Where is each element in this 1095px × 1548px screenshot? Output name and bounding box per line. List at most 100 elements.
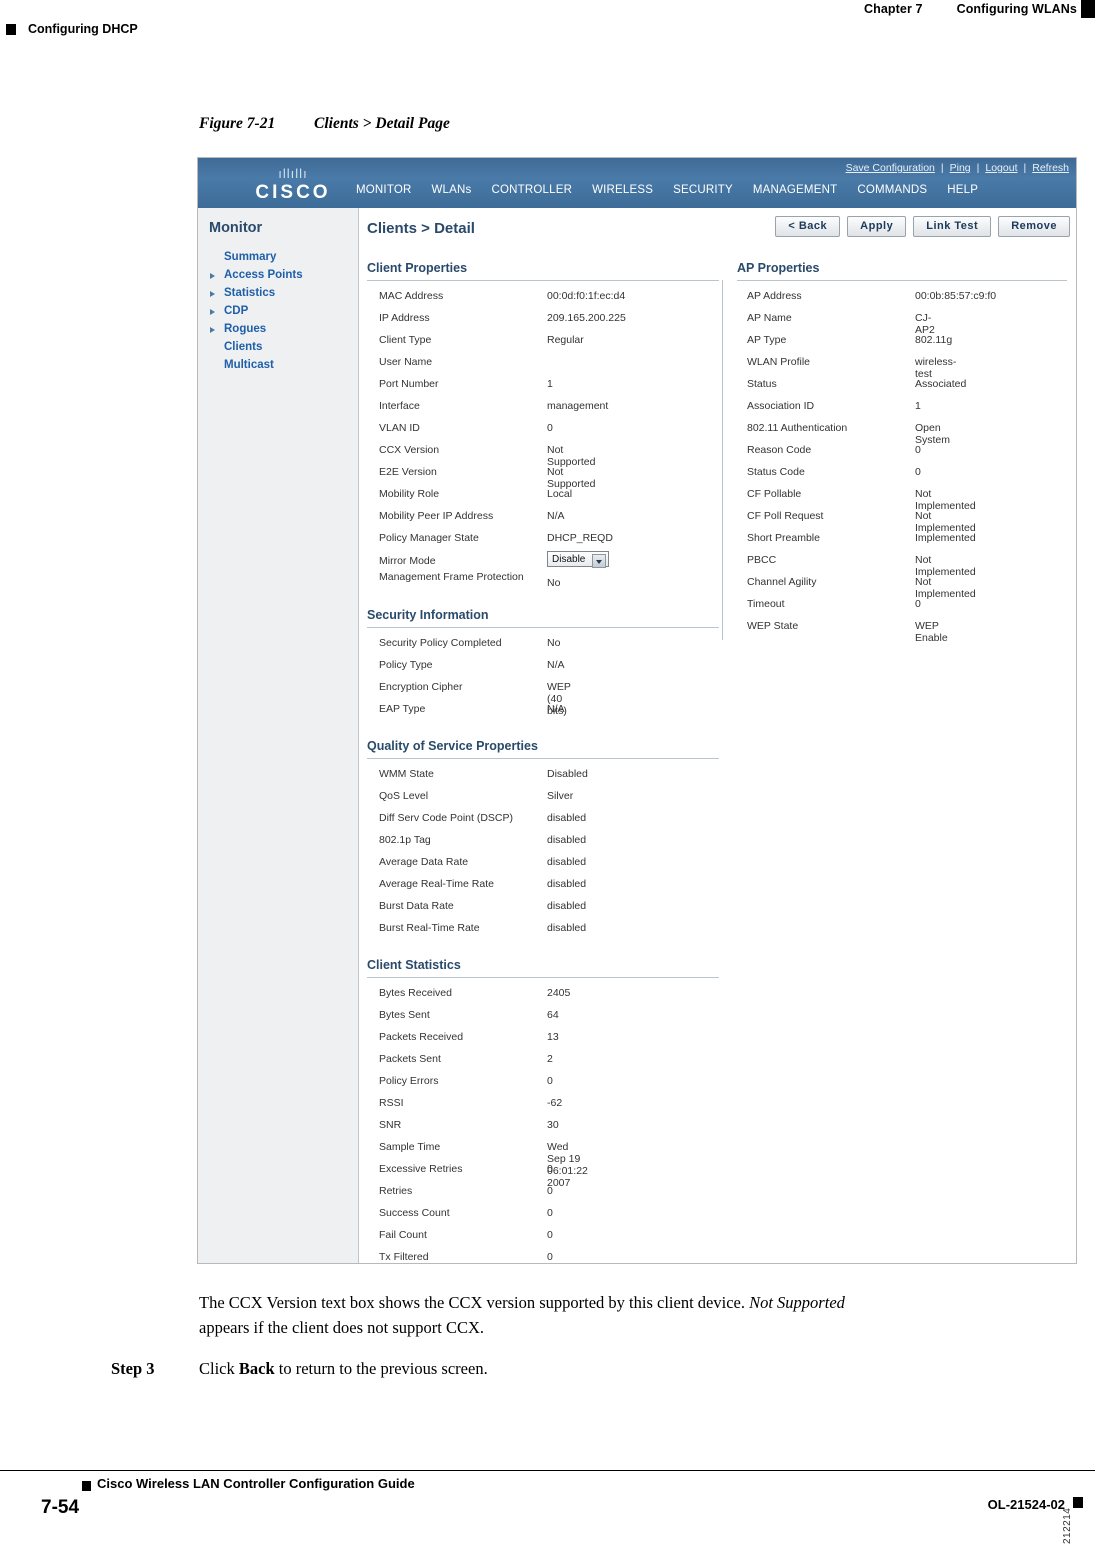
row-key: Packets Sent xyxy=(379,1053,441,1065)
row-value: 0 xyxy=(547,422,553,434)
row-value: Not Supported xyxy=(547,466,596,490)
footer-page-number: 7-54 xyxy=(41,1497,80,1518)
row-key: Retries xyxy=(379,1185,413,1197)
header-corner-mark xyxy=(1081,0,1095,18)
sidebar-item-statistics[interactable]: Statistics xyxy=(198,284,358,302)
remove-button[interactable]: Remove xyxy=(998,216,1070,237)
row-value: disabled xyxy=(547,900,587,912)
sidebar-item-label: Rogues xyxy=(224,323,267,335)
row-key: Burst Real-Time Rate xyxy=(379,922,480,934)
refresh-link[interactable]: Refresh xyxy=(1032,162,1069,174)
paragraph-emphasis-not-supported: Not Supported xyxy=(749,1293,845,1312)
header-chapter-info: Chapter 7 Configuring WLANs xyxy=(864,2,1077,16)
row-value: 0 xyxy=(547,1207,553,1219)
page-running-header: Chapter 7 Configuring WLANs Configuring D… xyxy=(0,0,1095,40)
mirror-mode-select[interactable]: Disable xyxy=(547,551,609,568)
ping-link[interactable]: Ping xyxy=(950,162,971,174)
paragraph-text-part1: The CCX Version text box shows the CCX v… xyxy=(199,1293,750,1312)
logout-link[interactable]: Logout xyxy=(985,162,1017,174)
nav-commands[interactable]: COMMANDS xyxy=(857,184,927,196)
row-value: Not Implemented xyxy=(915,576,976,600)
sidebar-list: Summary Access Points Statistics CDP Rog… xyxy=(198,248,358,374)
row-key: SNR xyxy=(379,1119,402,1131)
row-value: Wed Sep 19 06:01:22 2007 xyxy=(547,1141,588,1189)
row-value: 2405 xyxy=(547,987,571,999)
row-key: Security Policy Completed xyxy=(379,637,502,649)
row-value: 0 xyxy=(547,1251,553,1263)
row-key: WLAN Profile xyxy=(747,356,811,368)
row-key: IP Address xyxy=(379,312,430,324)
link-separator-3: | xyxy=(1023,162,1027,174)
row-key: Sample Time xyxy=(379,1141,441,1153)
row-key: WEP State xyxy=(747,620,799,632)
row-key: QoS Level xyxy=(379,790,429,802)
sidebar-item-access-points[interactable]: Access Points xyxy=(198,266,358,284)
sidebar-item-rogues[interactable]: Rogues xyxy=(198,320,358,338)
row-key: Interface xyxy=(379,400,420,412)
row-value: DHCP_REQD xyxy=(547,532,613,544)
nav-security[interactable]: SECURITY xyxy=(673,184,733,196)
row-value: disabled xyxy=(547,834,587,846)
row-value: wireless-test xyxy=(915,356,957,380)
row-key: WMM State xyxy=(379,768,434,780)
step-bold-back: Back xyxy=(238,1359,275,1378)
row-key: Status Code xyxy=(747,466,805,478)
footer-corner-mark xyxy=(1073,1497,1083,1508)
nav-help[interactable]: HELP xyxy=(947,184,978,196)
back-button[interactable]: < Back xyxy=(775,216,841,237)
nav-monitor[interactable]: MONITOR xyxy=(356,184,412,196)
section-divider xyxy=(367,758,719,759)
sidebar-item-cdp[interactable]: CDP xyxy=(198,302,358,320)
row-key: Excessive Retries xyxy=(379,1163,463,1175)
section-title-client-properties: Client Properties xyxy=(367,261,468,275)
row-value: disabled xyxy=(547,922,587,934)
footer-bullet-mark xyxy=(82,1481,91,1491)
mirror-mode-selected-value: Disable xyxy=(552,554,586,565)
row-value: N/A xyxy=(547,703,565,715)
nav-wireless[interactable]: WIRELESS xyxy=(592,184,653,196)
figure-title: Clients > Detail Page xyxy=(314,115,450,132)
figure-screenshot: ıllıllı CISCO Save Configuration | Ping | Lo… xyxy=(197,157,1077,1264)
row-key: Management Frame Protection xyxy=(379,571,524,583)
nav-management[interactable]: MANAGEMENT xyxy=(753,184,837,196)
row-key: CF Poll Request xyxy=(747,510,824,522)
header-chapter-number: Chapter 7 xyxy=(864,2,923,16)
row-value: CJ-AP2 xyxy=(915,312,935,336)
row-key: Burst Data Rate xyxy=(379,900,454,912)
content-panel: Clients > Detail < Back Apply Link Test Rem… xyxy=(359,208,1076,1263)
row-value: No xyxy=(547,637,561,649)
banner-link-bar: Save Configuration | Ping | Logout | Refresh xyxy=(843,162,1072,174)
row-key: Port Number xyxy=(379,378,439,390)
row-value: 00:0d:f0:1f:ec:d4 xyxy=(547,290,626,302)
row-key: EAP Type xyxy=(379,703,426,715)
row-value: WEP Enable xyxy=(915,620,948,644)
row-key: Timeout xyxy=(747,598,785,610)
save-configuration-link[interactable]: Save Configuration xyxy=(846,162,935,174)
row-key: Average Data Rate xyxy=(379,856,469,868)
apply-button[interactable]: Apply xyxy=(847,216,907,237)
sidebar: Monitor Summary Access Points Statistics… xyxy=(198,208,359,1263)
row-value: Silver xyxy=(547,790,574,802)
sidebar-item-label: Multicast xyxy=(224,359,274,371)
link-test-button[interactable]: Link Test xyxy=(913,216,992,237)
row-key: Status xyxy=(747,378,777,390)
sidebar-item-summary[interactable]: Summary xyxy=(198,248,358,266)
step-text-part1: Click xyxy=(199,1359,239,1378)
row-key: Diff Serv Code Point (DSCP) xyxy=(379,812,514,824)
sidebar-item-label: Statistics xyxy=(224,287,276,299)
row-key: Mobility Role xyxy=(379,488,440,500)
row-value: No xyxy=(547,577,561,589)
nav-wlans[interactable]: WLANs xyxy=(432,184,472,196)
section-divider xyxy=(737,280,1067,281)
cisco-logo-bars: ıllıllı xyxy=(278,166,308,181)
sidebar-item-multicast[interactable]: Multicast xyxy=(198,356,358,374)
nav-controller[interactable]: CONTROLLER xyxy=(491,184,572,196)
sidebar-item-label: CDP xyxy=(224,305,249,317)
header-bullet-mark xyxy=(6,24,16,35)
section-title-ap-properties: AP Properties xyxy=(737,261,820,275)
section-title-qos-properties: Quality of Service Properties xyxy=(367,739,538,753)
row-value: 1 xyxy=(915,400,921,412)
step-instruction: Click Back to return to the previous scr… xyxy=(199,1359,488,1379)
row-key: Encryption Cipher xyxy=(379,681,463,693)
sidebar-item-clients[interactable]: Clients xyxy=(198,338,358,356)
